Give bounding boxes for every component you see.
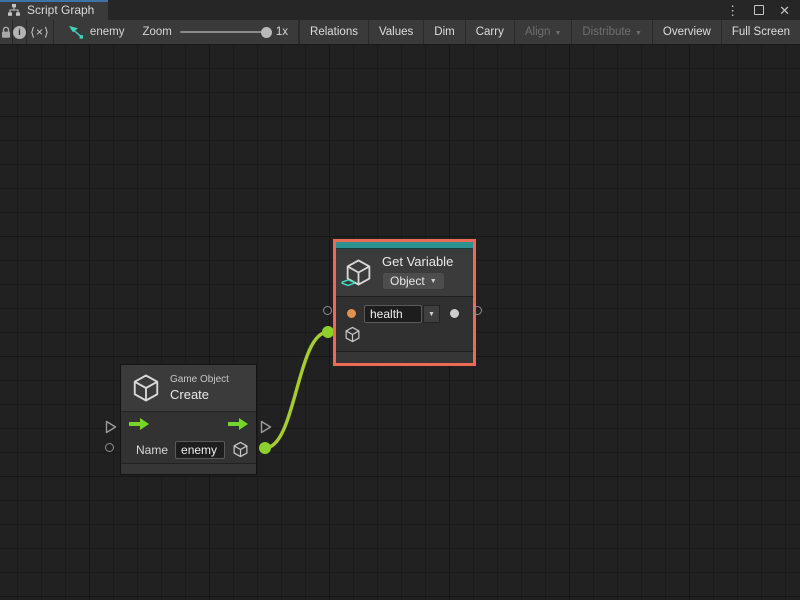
name-param-row: Name (121, 436, 256, 463)
variable-name-input[interactable] (364, 305, 422, 323)
get-variable-body: ▼ (336, 296, 473, 351)
lock-button[interactable] (0, 20, 13, 44)
selection-outline: <> Get Variable Object ▼ ▼ (333, 239, 476, 366)
graph-canvas[interactable]: <> Get Variable Object ▼ ▼ (0, 45, 800, 600)
create-header[interactable]: Game Object Create (121, 365, 256, 411)
code-preview-button[interactable]: ⟨×⟩ (27, 20, 54, 44)
toolbar-button-distribute: Distribute ▼ (572, 20, 653, 44)
toolbar-button-overview[interactable]: Overview (653, 20, 722, 44)
get-variable-header[interactable]: <> Get Variable Object ▼ (336, 249, 473, 296)
game-object-port-icon[interactable] (344, 326, 361, 348)
get-variable-footer (336, 351, 473, 363)
titlebar: Script Graph ⋮ ✕ (0, 0, 800, 20)
titlebar-drag-area[interactable] (108, 0, 726, 20)
active-tab-accent (0, 0, 108, 2)
tab-title: Script Graph (27, 3, 94, 17)
script-graph-window: Script Graph ⋮ ✕ i ⟨×⟩ en (0, 0, 800, 600)
name-value-input[interactable] (175, 441, 225, 459)
flow-row (121, 411, 256, 436)
zoom-slider-handle[interactable] (261, 27, 272, 38)
tab-script-graph[interactable]: Script Graph (0, 0, 108, 20)
flow-input-arrow-icon[interactable] (129, 418, 149, 430)
node-title: Create (170, 387, 229, 402)
maximize-icon[interactable] (754, 5, 764, 15)
graph-pointer-icon (68, 25, 84, 39)
chevron-down-icon: ▼ (554, 30, 561, 37)
toolbar: i ⟨×⟩ enemy Zoom 1x Relations Values D (0, 20, 800, 45)
game-object-cube-icon: <> (344, 258, 373, 287)
chevron-down-icon: ▼ (430, 278, 437, 285)
create-footer (121, 463, 256, 474)
toolbar-button-carry[interactable]: Carry (466, 20, 515, 44)
code-brackets-icon: ⟨×⟩ (30, 25, 49, 39)
flow-output-port-triangle[interactable] (260, 420, 272, 434)
variable-kind-color-bar (336, 242, 473, 249)
value-output-port[interactable] (450, 309, 459, 318)
info-icon: i (13, 26, 26, 39)
zoom-control: Zoom 1x (124, 20, 299, 44)
flow-output-arrow-icon[interactable] (228, 418, 248, 430)
toolbar-button-dim[interactable]: Dim (424, 20, 465, 44)
chevron-down-icon: ▼ (428, 311, 435, 318)
graph-breadcrumb[interactable]: enemy (54, 20, 125, 44)
node-title: Get Variable (382, 254, 453, 269)
toolbar-button-fullscreen[interactable]: Full Screen (722, 20, 800, 44)
info-button[interactable]: i (13, 20, 27, 44)
param-label: Name (136, 443, 168, 457)
object-input-port-ring[interactable] (323, 306, 332, 315)
window-menu-icon[interactable]: ⋮ (726, 4, 739, 17)
node-get-variable[interactable]: <> Get Variable Object ▼ ▼ (336, 242, 473, 363)
connection-wire[interactable] (265, 332, 328, 448)
toolbar-button-values[interactable]: Values (369, 20, 424, 44)
graph-hierarchy-icon (7, 4, 21, 16)
zoom-slider[interactable] (180, 31, 268, 33)
node-category: Game Object (170, 374, 229, 385)
value-output-port-ring[interactable] (473, 306, 482, 315)
toolbar-button-align: Align ▼ (515, 20, 573, 44)
node-game-object-create[interactable]: Game Object Create Name (120, 364, 257, 475)
name-input-port-ring[interactable] (105, 443, 114, 452)
close-icon[interactable]: ✕ (779, 4, 790, 17)
chevron-down-icon: ▼ (635, 30, 642, 37)
graph-name: enemy (90, 26, 125, 38)
wire-source-dot[interactable] (259, 442, 271, 454)
variable-name-port[interactable] (347, 309, 356, 318)
lock-icon (0, 26, 12, 39)
game-object-cube-icon (131, 373, 161, 403)
variable-picker-button[interactable]: ▼ (423, 305, 440, 323)
zoom-label: Zoom (142, 26, 171, 38)
code-angle-brackets-icon: <> (341, 275, 354, 290)
variable-scope-dropdown[interactable]: Object ▼ (382, 272, 445, 290)
flow-input-port-triangle[interactable] (105, 420, 117, 434)
game-object-output-icon[interactable] (232, 441, 249, 458)
zoom-value: 1x (276, 26, 288, 38)
toolbar-button-relations[interactable]: Relations (300, 20, 369, 44)
